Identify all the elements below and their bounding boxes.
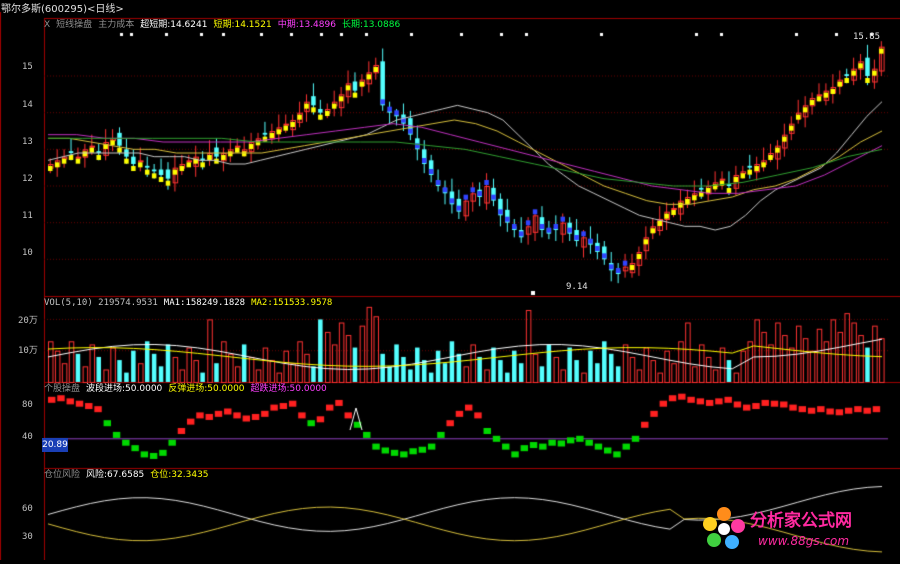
vol-header-item: MA2:151533.9578 bbox=[251, 298, 333, 308]
risk-indicator-header: 仓位风险 风险:67.6585 仓位:32.3435 bbox=[44, 470, 215, 481]
price-tick-label: 13 bbox=[22, 137, 33, 147]
risk-header-item: 仓位:32.3435 bbox=[150, 470, 209, 480]
oscillator-tick-label: 40 bbox=[22, 432, 33, 442]
price-tick-label: 15 bbox=[22, 62, 33, 72]
watermark-url: www.88gs.com bbox=[758, 534, 850, 548]
vol-header-item: MA1:158249.1828 bbox=[163, 298, 246, 308]
osc-header-item: 反弹进场:50.0000 bbox=[168, 384, 245, 394]
risk-header-item: 仓位风险 bbox=[44, 470, 81, 480]
min-price-label: 9.14 bbox=[566, 282, 588, 292]
risk-tick-label: 30 bbox=[22, 532, 33, 542]
main-header-item: 长期:13.0886 bbox=[341, 20, 401, 30]
main-header-item: 主力成本 bbox=[98, 20, 135, 30]
main-header-item: 短线操盘 bbox=[56, 20, 93, 30]
risk-tick-label: 60 bbox=[22, 504, 33, 514]
osc-header-item: 波段进场:50.0000 bbox=[86, 384, 163, 394]
volume-tick-label: 10万 bbox=[18, 346, 38, 356]
main-header-item: X bbox=[44, 20, 51, 30]
main-header-item: 超短期:14.6241 bbox=[140, 20, 208, 30]
main-header-item: 中期:13.4896 bbox=[277, 20, 336, 30]
volume-indicator-header: VOL(5,10) 219574.9531 MA1:158249.1828 MA2:… bbox=[44, 298, 338, 309]
main-indicator-header: X 短线操盘 主力成本 超短期:14.6241 短期:14.1521 中期:13.4896… bbox=[44, 20, 406, 31]
max-price-label: 15.85 bbox=[853, 32, 881, 42]
risk-header-item: 风险:67.6585 bbox=[86, 470, 145, 480]
watermark-name: 分析家公式网 bbox=[750, 511, 852, 531]
price-tick-label: 12 bbox=[22, 174, 33, 184]
stock-title: 鄂尔多斯(600295)<日线> bbox=[1, 4, 124, 15]
oscillator-tick-label: 80 bbox=[22, 400, 33, 410]
vol-header-item: VOL(5,10) 219574.9531 bbox=[44, 298, 158, 308]
price-tick-label: 14 bbox=[22, 100, 33, 110]
osc-header-item: 超跌进场:50.0000 bbox=[250, 384, 327, 394]
oscillator-indicator-header: 个股操盘 波段进场:50.0000 反弹进场:50.0000 超跌进场:50.0000 bbox=[44, 384, 333, 395]
price-tick-label: 11 bbox=[22, 211, 33, 221]
oscillator-value-tag: 20.89 bbox=[42, 438, 68, 452]
watermark-logo: 分析家公式网 www.88gs.com bbox=[700, 500, 900, 560]
flower-logo-icon bbox=[703, 507, 745, 549]
volume-tick-label: 20万 bbox=[18, 316, 38, 326]
main-header-item: 短期:14.1521 bbox=[213, 20, 272, 30]
osc-header-item: 个股操盘 bbox=[44, 384, 81, 394]
price-tick-label: 10 bbox=[22, 248, 33, 258]
